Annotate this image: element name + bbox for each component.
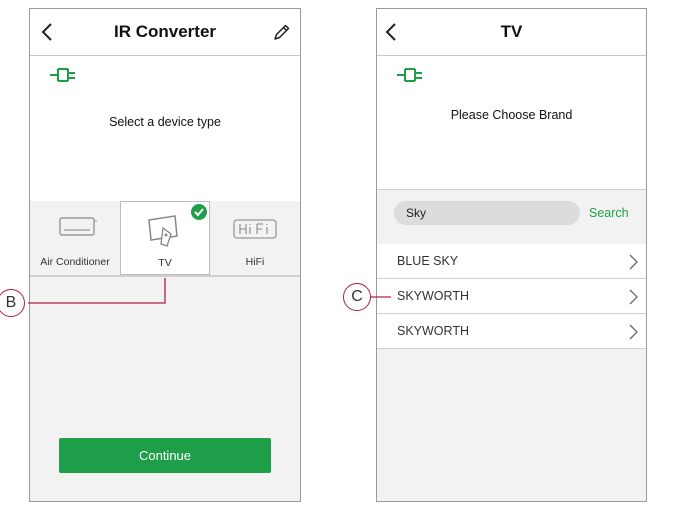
air-conditioner-icon xyxy=(59,217,97,236)
search-button[interactable]: Search xyxy=(589,201,629,225)
chevron-right-icon xyxy=(629,324,638,340)
ir-converter-screen: IR Converter Select a device type Air Co… xyxy=(29,8,301,502)
brand-label: BLUE SKY xyxy=(397,254,459,268)
device-tile-hifi[interactable]: HiFi xyxy=(210,201,300,275)
search-bar: Sky Search xyxy=(377,189,646,245)
device-label: HiFi xyxy=(245,256,265,268)
check-circle-icon xyxy=(191,204,207,220)
header: IR Converter xyxy=(30,9,300,56)
chevron-right-icon xyxy=(629,289,638,305)
device-label: Air Conditioner xyxy=(40,256,110,268)
page-title: TV xyxy=(500,22,523,41)
brand-list-item[interactable]: SKYWORTH xyxy=(377,279,646,314)
brand-list-item[interactable]: SKYWORTH xyxy=(377,314,646,349)
tv-brand-screen: TV Please Choose Brand Sky Search BLUE S… xyxy=(376,8,647,502)
device-label: TV xyxy=(158,257,172,269)
brand-list-item[interactable]: BLUE SKY xyxy=(377,244,646,279)
callout-b: B xyxy=(0,289,25,317)
tv-remote-icon xyxy=(148,215,178,247)
page-title: IR Converter xyxy=(113,22,217,41)
choose-brand-prompt: Please Choose Brand xyxy=(450,108,573,122)
select-device-prompt: Select a device type xyxy=(109,115,221,129)
continue-button[interactable]: Continue xyxy=(59,438,271,473)
callout-label: C xyxy=(351,288,363,305)
callout-label: B xyxy=(5,294,17,311)
header: TV xyxy=(377,9,646,56)
chevron-right-icon xyxy=(629,254,638,270)
device-type-selector: Air Conditioner TV HiFi xyxy=(30,201,300,277)
device-tile-air-conditioner[interactable]: Air Conditioner xyxy=(30,201,120,275)
hifi-icon xyxy=(233,219,277,239)
search-input[interactable]: Sky xyxy=(394,201,580,225)
brand-label: SKYWORTH xyxy=(397,324,469,338)
ir-plug-icon xyxy=(50,68,75,82)
ir-plug-icon xyxy=(397,68,422,82)
callout-c: C xyxy=(343,283,371,311)
device-tile-tv[interactable]: TV xyxy=(120,201,210,275)
brand-label: SKYWORTH xyxy=(397,289,469,303)
pencil-icon[interactable] xyxy=(272,22,292,42)
